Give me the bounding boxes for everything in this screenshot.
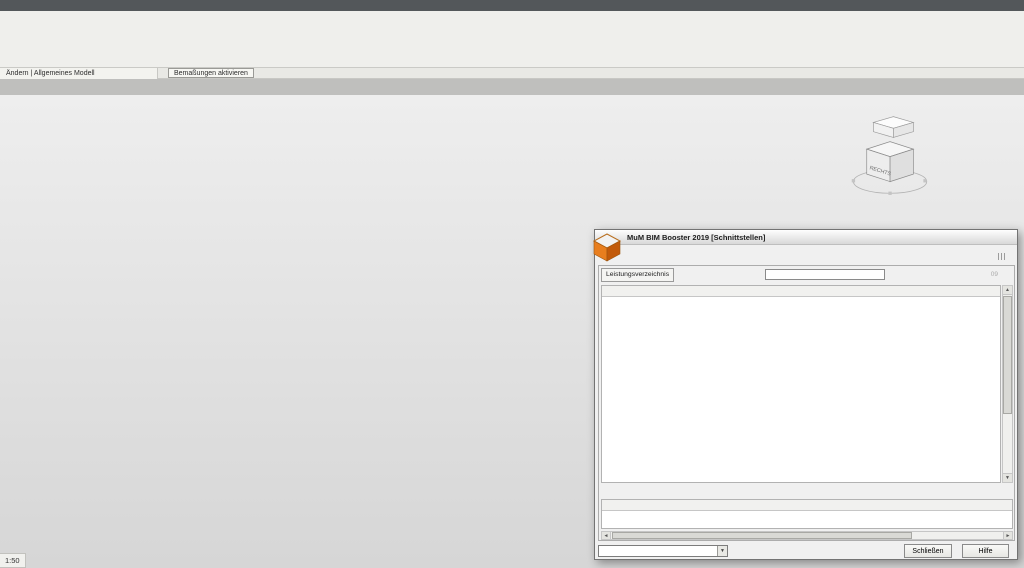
context-bar: Ändern | Allgemeines Modell Bemaßungen a…	[0, 68, 1024, 79]
view-scale-label[interactable]: 1:50	[5, 556, 20, 565]
lv-table	[601, 285, 1001, 483]
lv-search-input[interactable]	[765, 269, 885, 280]
view-control-bar: 1:50	[0, 553, 26, 568]
scroll-down-icon[interactable]: ▼	[1003, 473, 1012, 482]
hilfe-button[interactable]: Hilfe	[962, 544, 1009, 558]
lv-hint-label: 09	[991, 271, 998, 278]
lv-table-scrollbar[interactable]: ▲ ▼	[1002, 285, 1013, 483]
dialog-titlebar[interactable]: MuM BIM Booster 2019 [Schnittstellen]	[595, 230, 1017, 245]
mengen-scrollbar[interactable]: ◄ ►	[601, 531, 1013, 540]
view-tab-bar	[0, 79, 1024, 95]
scroll-right-icon[interactable]: ►	[1003, 532, 1012, 539]
resize-grip-icon	[998, 253, 1005, 260]
ribbon	[0, 11, 1024, 68]
lv-table-header	[602, 286, 1000, 297]
tab-leistungsverzeichnis[interactable]: Leistungsverzeichnis	[601, 268, 674, 282]
chevron-down-icon[interactable]: ▼	[717, 546, 727, 556]
dialog-title: MuM BIM Booster 2019 [Schnittstellen]	[627, 233, 765, 242]
scroll-thumb[interactable]	[1003, 296, 1012, 414]
mengen-table-header	[602, 500, 1012, 511]
mum-logo-icon	[591, 231, 623, 263]
context-tab-aendern[interactable]: Ändern | Allgemeines Modell	[0, 68, 158, 79]
schliessen-button[interactable]: Schließen	[904, 544, 952, 558]
scroll-left-icon[interactable]: ◄	[602, 532, 611, 539]
mum-bim-booster-dialog: MuM BIM Booster 2019 [Schnittstellen] Le…	[594, 229, 1018, 560]
bemassungen-aktivieren-button[interactable]: Bemaßungen aktivieren	[168, 68, 254, 78]
scroll-thumb-horizontal[interactable]	[612, 532, 912, 539]
lv-file-combobox[interactable]: ▼	[598, 545, 728, 557]
model-box-element	[873, 117, 913, 138]
gaeb-panel: Leistungsverzeichnis 09 ▲ ▼ ◄ ►	[598, 265, 1015, 541]
viewcube[interactable]: RECHTS	[852, 142, 927, 195]
mengen-table	[601, 499, 1013, 529]
ribbon-tab-bar	[0, 0, 1024, 11]
revit-application-window: { "menubar": { "tabs": [ {"label": "Date…	[0, 0, 1024, 568]
scroll-up-icon[interactable]: ▲	[1003, 286, 1012, 295]
